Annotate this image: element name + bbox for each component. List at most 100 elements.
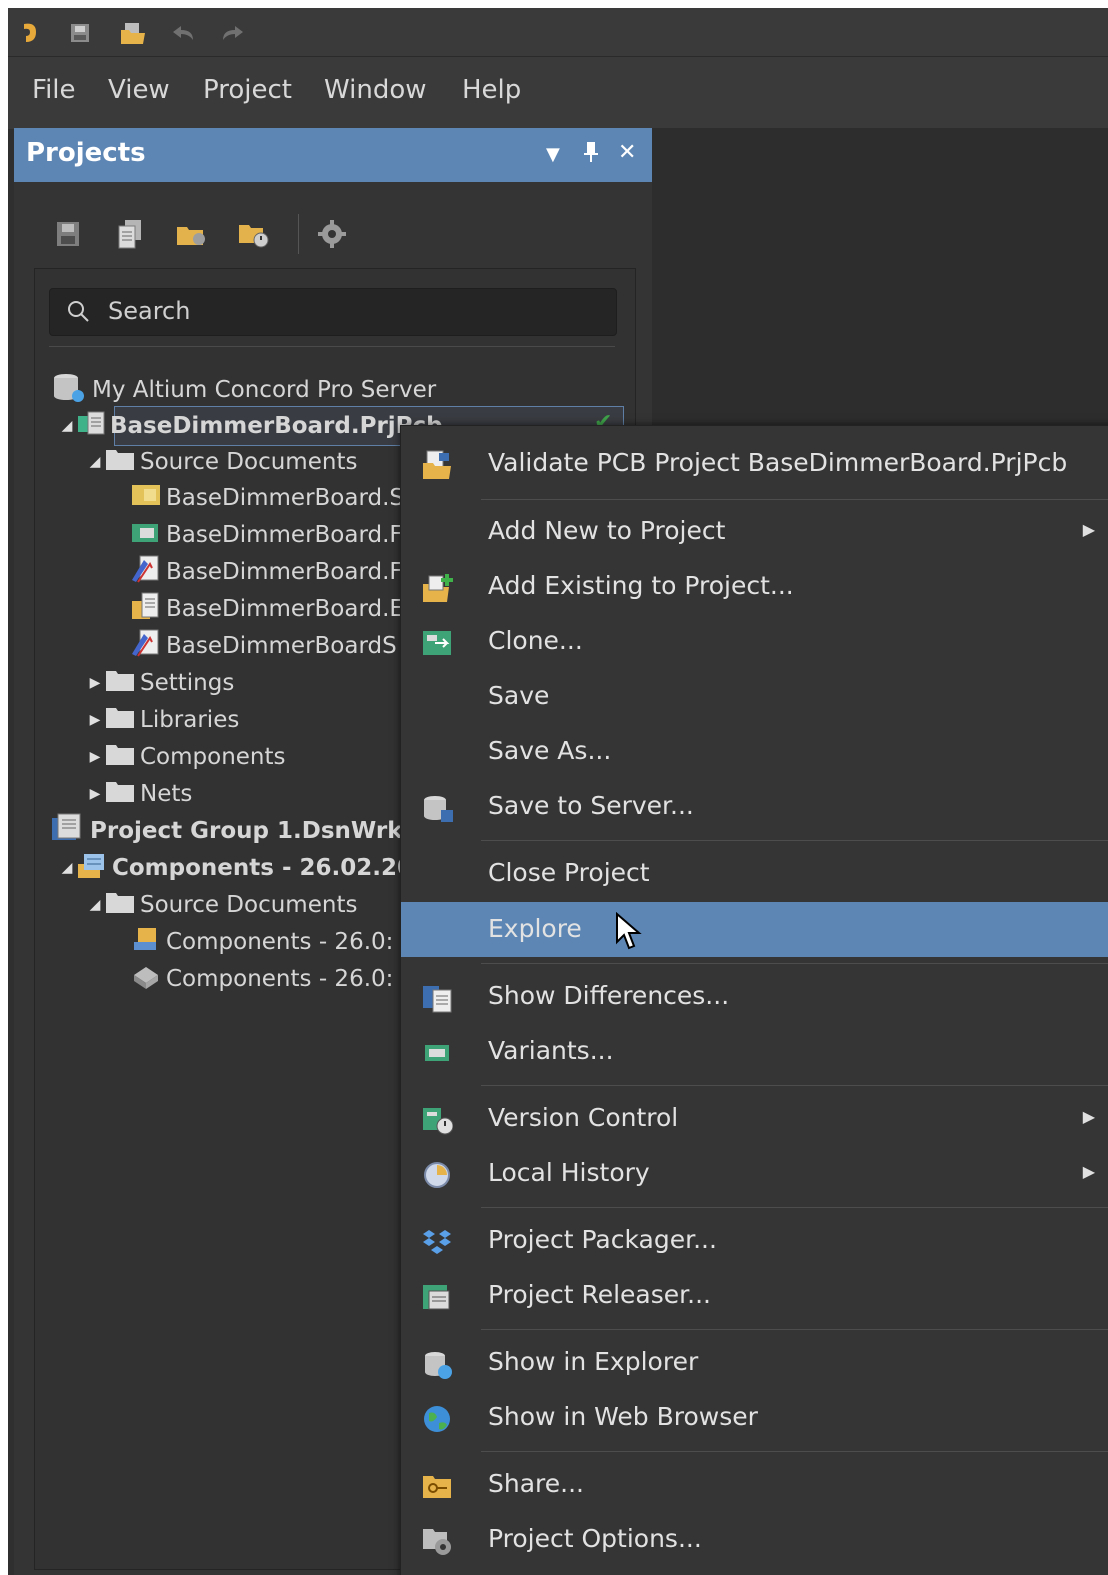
component-doc-icon <box>130 924 162 960</box>
menu-label: Explore <box>488 914 582 943</box>
tree-item-source-documents[interactable]: ◢ Source Documents <box>86 444 358 480</box>
tree-label: Project Group 1.DsnWrk <box>90 818 403 844</box>
folder-icon <box>104 704 136 736</box>
save-icon[interactable] <box>50 216 86 252</box>
collapsed-arrow-icon[interactable]: ▶ <box>86 748 104 766</box>
tree-item-group-doc-2[interactable]: Components - 26.0: <box>130 961 393 997</box>
tree-item-components[interactable]: ▶ Components <box>86 739 286 775</box>
menu-item-explore[interactable]: Explore <box>401 902 1108 957</box>
tree-label: Settings <box>140 670 235 696</box>
menu-item-project-releaser[interactable]: Project Releaser... <box>401 1268 1108 1323</box>
menu-item-add-new[interactable]: Add New to Project ▶ <box>401 504 1108 559</box>
tree-item-group-project[interactable]: ◢ Components - 26.02.20 <box>58 850 413 886</box>
tree-label: BaseDimmerBoard.S <box>166 485 405 511</box>
submenu-arrow-icon: ▶ <box>1082 1107 1095 1126</box>
menu-window[interactable]: Window <box>324 75 427 105</box>
panel-dropdown-icon[interactable]: ▼ <box>546 144 560 165</box>
menu-item-save-to-server[interactable]: Save to Server... <box>401 779 1108 834</box>
menu-item-close-project[interactable]: Close Project <box>401 846 1108 901</box>
menu-separator <box>481 1207 1108 1208</box>
search-placeholder: Search <box>108 297 191 325</box>
copy-documents-icon[interactable] <box>112 216 148 252</box>
tree-item-doc-bom[interactable]: BaseDimmerBoard.E <box>130 591 404 627</box>
tree-label: BaseDimmerBoard.F <box>166 559 403 585</box>
tree-item-doc-outjob-1[interactable]: BaseDimmerBoard.F <box>130 554 403 590</box>
tree-label: Components - 26.02.20 <box>112 855 413 881</box>
tree-item-nets[interactable]: ▶ Nets <box>86 776 193 812</box>
tree-item-server[interactable]: My Altium Concord Pro Server <box>50 372 436 408</box>
tree-item-project[interactable]: ◢ BaseDimmerBoard.PrjPcb <box>58 408 443 444</box>
folder-history-icon[interactable] <box>236 216 272 252</box>
collapsed-arrow-icon[interactable]: ▶ <box>86 711 104 729</box>
version-control-icon <box>421 1104 453 1136</box>
menu-label: Show in Explorer <box>488 1347 699 1376</box>
tree-label: BaseDimmerBoard.F <box>166 522 403 548</box>
add-existing-icon <box>421 572 453 604</box>
search-input[interactable]: Search <box>49 288 617 336</box>
menu-label: Variants... <box>488 1036 614 1065</box>
menu-item-save-as[interactable]: Save As... <box>401 724 1108 779</box>
panel-toolbar <box>14 182 652 282</box>
expanded-arrow-icon[interactable]: ◢ <box>58 859 76 877</box>
menu-item-variants[interactable]: Variants... <box>401 1024 1108 1079</box>
menu-item-share[interactable]: Share... <box>401 1457 1108 1512</box>
tree-item-settings[interactable]: ▶ Settings <box>86 665 235 701</box>
tree-label: My Altium Concord Pro Server <box>92 377 437 403</box>
menu-item-clone[interactable]: Clone... <box>401 614 1108 669</box>
share-key-icon <box>421 1470 453 1502</box>
tree-item-group-doc-1[interactable]: Components - 26.0: <box>130 924 393 960</box>
menu-item-show-in-explorer[interactable]: Show in Explorer <box>401 1335 1108 1390</box>
folder-icon <box>104 778 136 810</box>
variants-icon <box>421 1037 453 1069</box>
tree-item-doc-pcb[interactable]: BaseDimmerBoard.F <box>130 517 403 553</box>
menu-item-project-options[interactable]: Project Options... <box>401 1512 1108 1567</box>
project-options-icon <box>421 1525 453 1557</box>
expanded-arrow-icon[interactable]: ◢ <box>86 896 104 914</box>
menu-item-local-history[interactable]: Local History ▶ <box>401 1146 1108 1201</box>
bom-doc-icon <box>130 591 162 627</box>
dropbox-icon <box>421 1226 453 1258</box>
tree-item-project-group[interactable]: Project Group 1.DsnWrk <box>50 813 403 849</box>
tree-item-libraries[interactable]: ▶ Libraries <box>86 702 240 738</box>
clone-icon <box>421 627 453 659</box>
folder-icon <box>104 667 136 699</box>
tree-item-group-source-documents[interactable]: ◢ Source Documents <box>86 887 358 923</box>
menu-label: Show Differences... <box>488 981 730 1010</box>
menu-item-add-existing[interactable]: Add Existing to Project... <box>401 559 1108 614</box>
menu-item-project-packager[interactable]: Project Packager... <box>401 1213 1108 1268</box>
menu-project[interactable]: Project <box>203 75 292 105</box>
close-icon[interactable]: ✕ <box>618 140 636 165</box>
redo-icon[interactable] <box>218 20 248 46</box>
undo-icon[interactable] <box>168 20 198 46</box>
open-project-icon[interactable] <box>118 20 148 46</box>
tree-item-doc-schematic[interactable]: BaseDimmerBoard.S <box>130 480 404 516</box>
menu-item-show-in-web-browser[interactable]: Show in Web Browser <box>401 1390 1108 1445</box>
menu-view[interactable]: View <box>108 75 170 105</box>
collapsed-arrow-icon[interactable]: ▶ <box>86 674 104 692</box>
tree-label: Components - 26.0: <box>166 929 394 955</box>
search-icon <box>66 299 92 329</box>
menu-item-save[interactable]: Save <box>401 669 1108 724</box>
explorer-icon <box>421 1348 453 1380</box>
open-folder-icon[interactable] <box>174 216 210 252</box>
menu-label: Show in Web Browser <box>488 1402 758 1431</box>
expanded-arrow-icon[interactable]: ◢ <box>86 453 104 471</box>
pin-icon[interactable] <box>582 140 600 170</box>
tree-label: BaseDimmerBoardS <box>166 633 397 659</box>
tree-item-doc-outjob-2[interactable]: BaseDimmerBoardS <box>130 628 397 664</box>
menu-item-version-control[interactable]: Version Control ▶ <box>401 1091 1108 1146</box>
menu-bar: File View Project Window Help <box>8 56 1108 129</box>
menu-file[interactable]: File <box>32 75 76 105</box>
menu-item-show-differences[interactable]: Show Differences... <box>401 969 1108 1024</box>
app-logo-icon[interactable] <box>16 20 46 46</box>
menu-separator <box>481 963 1108 964</box>
expanded-arrow-icon[interactable]: ◢ <box>58 417 76 435</box>
collapsed-arrow-icon[interactable]: ▶ <box>86 785 104 803</box>
tree-label: Source Documents <box>140 449 358 475</box>
project-context-menu: Validate PCB Project BaseDimmerBoard.Prj… <box>400 425 1108 1575</box>
gear-icon[interactable] <box>314 216 350 252</box>
menu-item-validate[interactable]: Validate PCB Project BaseDimmerBoard.Prj… <box>401 436 1108 491</box>
menu-help[interactable]: Help <box>462 75 521 105</box>
save-all-icon[interactable] <box>66 20 96 46</box>
menu-label: Local History <box>488 1158 650 1187</box>
